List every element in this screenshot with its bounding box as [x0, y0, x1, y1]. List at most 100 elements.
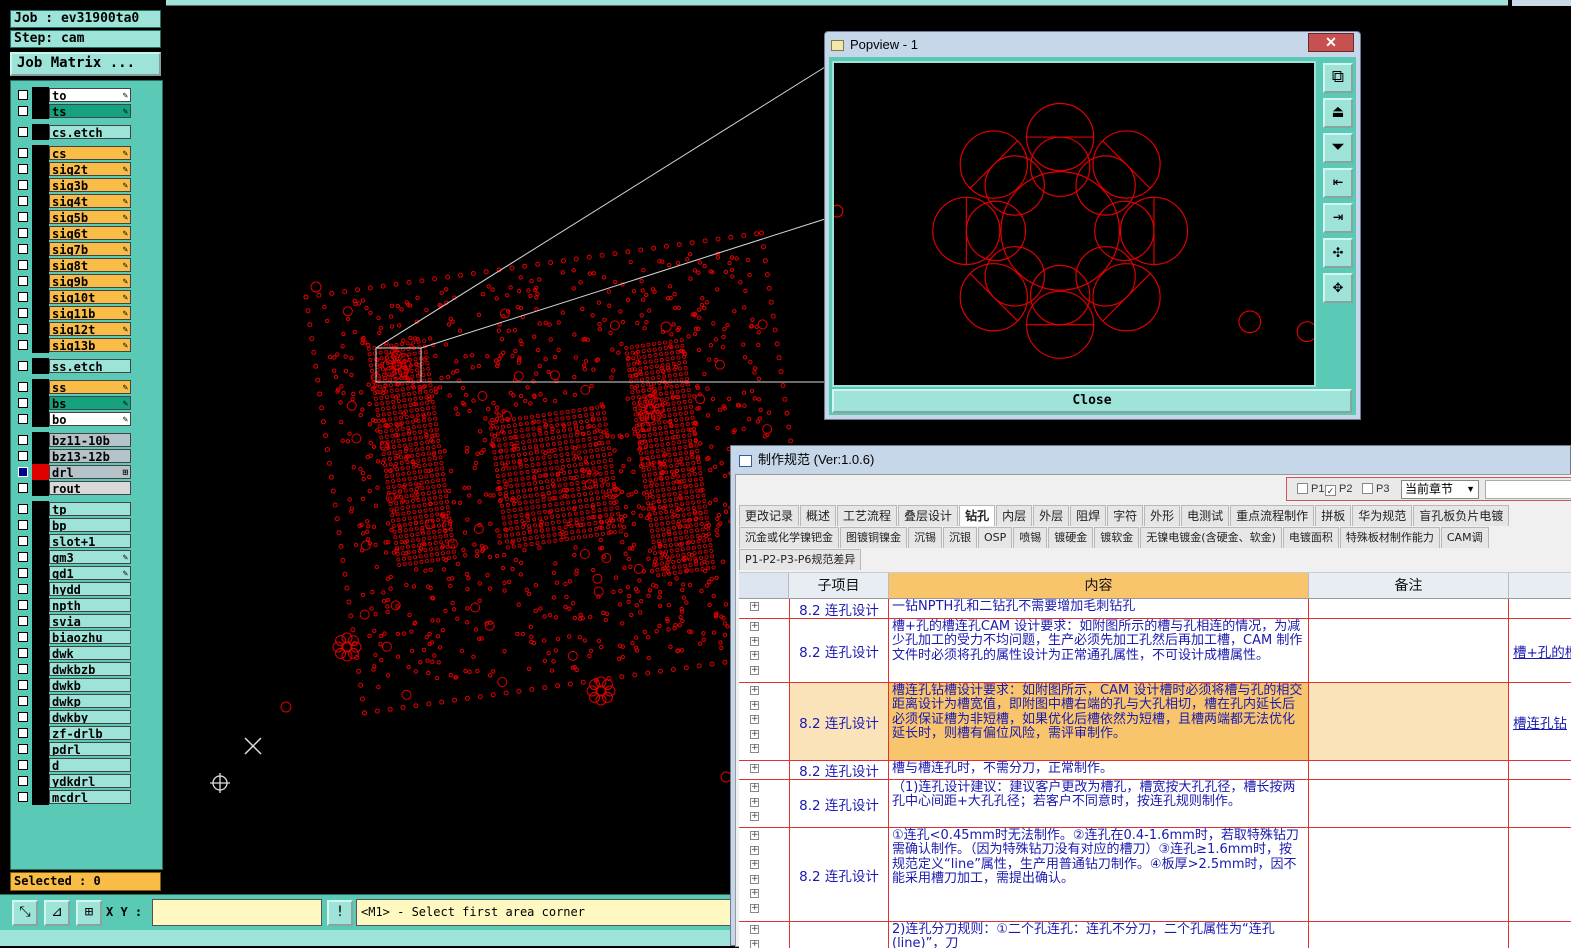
- layer-name[interactable]: cs.etch: [49, 125, 131, 139]
- layer-row-sig2t[interactable]: sig2t✎: [15, 161, 141, 177]
- layer-name[interactable]: sig13b✎: [49, 338, 131, 352]
- layer-row-sig6t[interactable]: sig6t✎: [15, 225, 141, 241]
- expand-plus-icon[interactable]: +: [750, 925, 759, 934]
- tab-tabs_row2-8[interactable]: 无镍电镀金(含硬金、软金): [1140, 527, 1282, 548]
- layer-row-bp[interactable]: bp: [15, 517, 141, 533]
- layer-color-swatch[interactable]: [32, 257, 49, 273]
- layer-color-swatch[interactable]: [32, 225, 49, 241]
- layer-checkbox[interactable]: [18, 292, 28, 302]
- layer-name[interactable]: sig5b✎: [49, 210, 131, 224]
- layer-row-tp[interactable]: tp: [15, 501, 141, 517]
- cell-link[interactable]: [1509, 922, 1571, 948]
- expand-plus-icon[interactable]: +: [750, 666, 759, 675]
- layer-name[interactable]: biaozhu: [49, 630, 131, 644]
- layer-checkbox[interactable]: [18, 552, 28, 562]
- layer-name[interactable]: npth: [49, 598, 131, 612]
- layer-checkbox[interactable]: [18, 148, 28, 158]
- expand-plus-icon[interactable]: +: [750, 889, 759, 898]
- layer-row-sig8t[interactable]: sig8t✎: [15, 257, 141, 273]
- expand-plus-icon[interactable]: +: [750, 860, 759, 869]
- layer-row-slot+1[interactable]: slot+1: [15, 533, 141, 549]
- tab-tabs_row2-1[interactable]: 图镀铜镍金: [840, 527, 907, 548]
- tab-tabs_row2-0[interactable]: 沉金或化学镍钯金: [739, 527, 839, 548]
- layer-color-swatch[interactable]: [32, 661, 49, 677]
- canvas-top-scrollbar[interactable]: [166, 0, 1508, 6]
- p3-checkbox[interactable]: [1362, 483, 1373, 494]
- layer-checkbox[interactable]: [18, 340, 28, 350]
- layer-row-sig9b[interactable]: sig9b✎: [15, 273, 141, 289]
- table-row[interactable]: ++++8.2 连孔设计槽+孔的槽连孔CAM 设计要求：如附图所示的槽与孔相连的…: [739, 619, 1571, 683]
- layer-checkbox[interactable]: [18, 260, 28, 270]
- layer-color-swatch[interactable]: [32, 517, 49, 533]
- zoom-in-icon[interactable]: ✣: [1323, 238, 1353, 268]
- layer-checkbox[interactable]: [18, 584, 28, 594]
- tab-tabs_row2-5[interactable]: 喷锡: [1013, 527, 1047, 548]
- expand-plus-icon[interactable]: +: [750, 846, 759, 855]
- layer-row-dwkby[interactable]: dwkby: [15, 709, 141, 725]
- layer-checkbox[interactable]: [18, 361, 28, 371]
- cell-link[interactable]: [1509, 599, 1571, 618]
- tab-tabs_row1-13[interactable]: 华为规范: [1352, 505, 1412, 526]
- layer-name[interactable]: ts✎: [49, 104, 131, 118]
- layer-color-swatch[interactable]: [32, 87, 49, 103]
- layer-name[interactable]: ss.etch: [49, 359, 131, 373]
- layer-name[interactable]: mcdrl: [49, 790, 131, 804]
- layer-checkbox[interactable]: [18, 712, 28, 722]
- layer-color-swatch[interactable]: [32, 209, 49, 225]
- table-row[interactable]: +++++8.2 连孔设计槽连孔钻槽设计要求：如附图所示，CAM 设计槽时必须将…: [739, 683, 1571, 761]
- expand-plus-icon[interactable]: +: [750, 798, 759, 807]
- layer-checkbox[interactable]: [18, 467, 28, 477]
- layer-row-ss.etch[interactable]: ss.etch: [15, 358, 141, 374]
- layer-row-sig7b[interactable]: sig7b✎: [15, 241, 141, 257]
- expand-plus-icon[interactable]: +: [750, 622, 759, 631]
- tab-tabs_row1-1[interactable]: 概述: [800, 505, 836, 526]
- layer-name[interactable]: to✎: [49, 88, 131, 102]
- layer-color-swatch[interactable]: [32, 480, 49, 496]
- layer-color-swatch[interactable]: [32, 273, 49, 289]
- layer-row-dwkbzb[interactable]: dwkbzb: [15, 661, 141, 677]
- layer-checkbox[interactable]: [18, 196, 28, 206]
- layer-color-swatch[interactable]: [32, 448, 49, 464]
- cell-link[interactable]: [1509, 828, 1571, 921]
- layer-color-swatch[interactable]: [32, 289, 49, 305]
- zoom-fit-icon[interactable]: ⧉: [1323, 63, 1353, 93]
- layer-checkbox[interactable]: [18, 106, 28, 116]
- layer-checkbox[interactable]: [18, 664, 28, 674]
- layer-color-swatch[interactable]: [32, 395, 49, 411]
- tab-tabs_row1-11[interactable]: 重点流程制作: [1230, 505, 1314, 526]
- layer-checkbox[interactable]: [18, 244, 28, 254]
- layer-color-swatch[interactable]: [32, 145, 49, 161]
- layer-checkbox[interactable]: [18, 600, 28, 610]
- popview-close-x-button[interactable]: ✕: [1308, 33, 1354, 52]
- layer-checkbox[interactable]: [18, 696, 28, 706]
- layer-name[interactable]: svia: [49, 614, 131, 628]
- layer-color-swatch[interactable]: [32, 161, 49, 177]
- layer-name[interactable]: sig12t✎: [49, 322, 131, 336]
- layer-row-bo[interactable]: bo✎: [15, 411, 141, 427]
- expand-plus-icon[interactable]: +: [750, 651, 759, 660]
- layer-checkbox[interactable]: [18, 680, 28, 690]
- layer-checkbox[interactable]: [18, 382, 28, 392]
- layer-color-swatch[interactable]: [32, 379, 49, 395]
- tab-tabs_row3-0[interactable]: P1-P2-P3-P6规范差异: [739, 549, 861, 570]
- expand-plus-icon[interactable]: +: [750, 875, 759, 884]
- measure-icon[interactable]: ⊿: [44, 900, 70, 926]
- layer-row-d[interactable]: d: [15, 757, 141, 773]
- layer-color-swatch[interactable]: [32, 337, 49, 353]
- layer-color-swatch[interactable]: [32, 549, 49, 565]
- expand-plus-icon[interactable]: +: [750, 701, 759, 710]
- layer-checkbox[interactable]: [18, 308, 28, 318]
- layer-name[interactable]: gm3✎: [49, 550, 131, 564]
- layer-name[interactable]: sig7b✎: [49, 242, 131, 256]
- layer-name[interactable]: dwkb: [49, 678, 131, 692]
- popview-titlebar[interactable]: Popview - 1: [831, 35, 1351, 55]
- layer-checkbox[interactable]: [18, 536, 28, 546]
- layer-row-bz13-12b[interactable]: bz13-12b: [15, 448, 141, 464]
- layer-row-cs[interactable]: cs✎: [15, 145, 141, 161]
- pan-down-icon[interactable]: ⏷: [1323, 133, 1353, 163]
- tab-tabs_row2-3[interactable]: 沉银: [943, 527, 977, 548]
- layer-checkbox[interactable]: [18, 276, 28, 286]
- layer-row-sig5b[interactable]: sig5b✎: [15, 209, 141, 225]
- layer-color-swatch[interactable]: [32, 709, 49, 725]
- expand-plus-icon[interactable]: +: [750, 904, 759, 913]
